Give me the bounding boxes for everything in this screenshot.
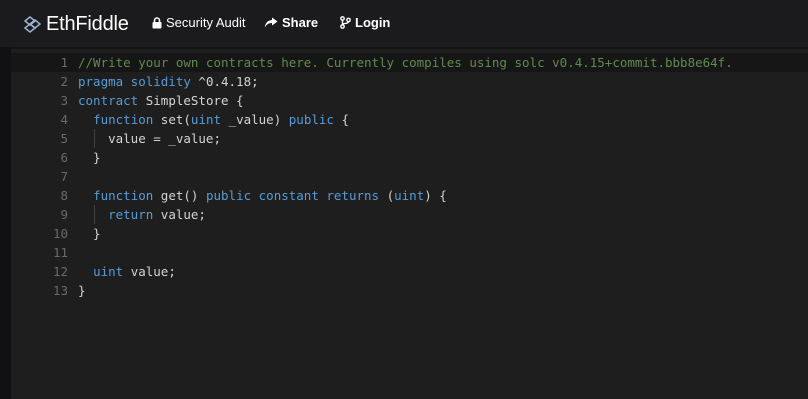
ethfiddle-logo-icon (24, 16, 41, 33)
code-token: _value) (221, 112, 289, 127)
code-token: } (78, 283, 86, 298)
code-line[interactable]: 8 function get() public constant returns… (11, 186, 808, 205)
keyword-token: function (93, 112, 154, 127)
line-number: 5 (60, 131, 68, 146)
line-number: 10 (52, 226, 68, 241)
code-token: } (78, 150, 101, 165)
line-number: 2 (60, 74, 68, 89)
security-audit-link[interactable]: Security Audit (152, 15, 246, 30)
keyword-token: contract (78, 93, 139, 108)
line-number: 8 (60, 188, 68, 203)
line-number: 13 (52, 283, 68, 298)
security-audit-label: Security Audit (166, 15, 246, 30)
code-token: SimpleStore { (138, 93, 244, 108)
keyword-token: uint (93, 264, 124, 279)
login-button[interactable]: Login (340, 15, 390, 30)
keyword-token: function (93, 188, 154, 203)
line-number: 3 (60, 93, 68, 108)
code-line[interactable]: 13} (11, 281, 808, 300)
code-token: { (333, 112, 349, 127)
code-line[interactable]: 7 (11, 167, 808, 186)
code-line[interactable]: 2 pragma solidity ^0.4.18; (11, 72, 808, 91)
line-number: 9 (60, 207, 68, 222)
code-text: //Write your own contracts here. Current… (78, 53, 733, 72)
keyword-token: return (108, 207, 154, 222)
brand-name: EthFiddle (46, 13, 129, 35)
left-panel-edge (0, 47, 11, 399)
login-label: Login (355, 15, 391, 30)
line-number: 7 (60, 169, 68, 184)
github-branch-icon (340, 16, 351, 29)
top-navbar: EthFiddle Security Audit Share Login (0, 0, 808, 47)
keyword-token: pragma solidity (78, 74, 191, 89)
share-button[interactable]: Share (264, 15, 318, 30)
keyword-token: public constant returns (205, 188, 380, 203)
code-token: set( (153, 112, 191, 127)
code-line[interactable]: 1 //Write your own contracts here. Curren… (11, 53, 808, 72)
share-label: Share (282, 15, 319, 30)
share-icon (264, 17, 278, 28)
code-text: } (78, 224, 101, 243)
code-token: ( (379, 188, 395, 203)
code-text: pragma solidity ^0.4.18; (78, 72, 259, 91)
lock-icon (152, 16, 162, 28)
code-text: value = _value; (78, 129, 221, 148)
code-token: get() (153, 188, 206, 203)
code-line[interactable]: 10 } (11, 224, 808, 243)
code-token: } (78, 226, 101, 241)
line-number: 1 (60, 55, 68, 70)
code-line[interactable]: 11 (11, 243, 808, 262)
code-text: function set(uint _value) public { (78, 110, 349, 129)
code-token: value; (123, 264, 176, 279)
keyword-token: uint (190, 112, 222, 127)
code-line[interactable]: 3 contract SimpleStore { (11, 91, 808, 110)
code-line[interactable]: 5 value = _value; (11, 129, 808, 148)
code-line[interactable]: 12 uint value; (11, 262, 808, 281)
code-token: value = _value; (78, 131, 221, 146)
code-editor[interactable]: 1 //Write your own contracts here. Curren… (11, 49, 808, 399)
code-text: } (78, 281, 86, 300)
code-text: } (78, 148, 101, 167)
code-token: ) { (424, 188, 447, 203)
comment-token: //Write your own contracts here. Current… (78, 55, 733, 70)
code-line[interactable]: 4 function set(uint _value) public { (11, 110, 808, 129)
code-token: value; (153, 207, 206, 222)
code-text: function get() public constant returns (… (78, 186, 447, 205)
code-token: ^0.4.18; (190, 74, 259, 89)
line-number: 12 (52, 264, 68, 279)
keyword-token: uint (394, 188, 425, 203)
code-text: contract SimpleStore { (78, 91, 244, 110)
line-number: 4 (60, 112, 68, 127)
line-number: 6 (60, 150, 68, 165)
code-text: uint value; (78, 262, 176, 281)
keyword-token: public (288, 112, 334, 127)
code-text: return value; (78, 205, 206, 224)
line-number: 11 (52, 245, 68, 260)
code-line[interactable]: 9 return value; (11, 205, 808, 224)
code-line[interactable]: 6 } (11, 148, 808, 167)
brand-link[interactable]: EthFiddle (24, 13, 129, 36)
